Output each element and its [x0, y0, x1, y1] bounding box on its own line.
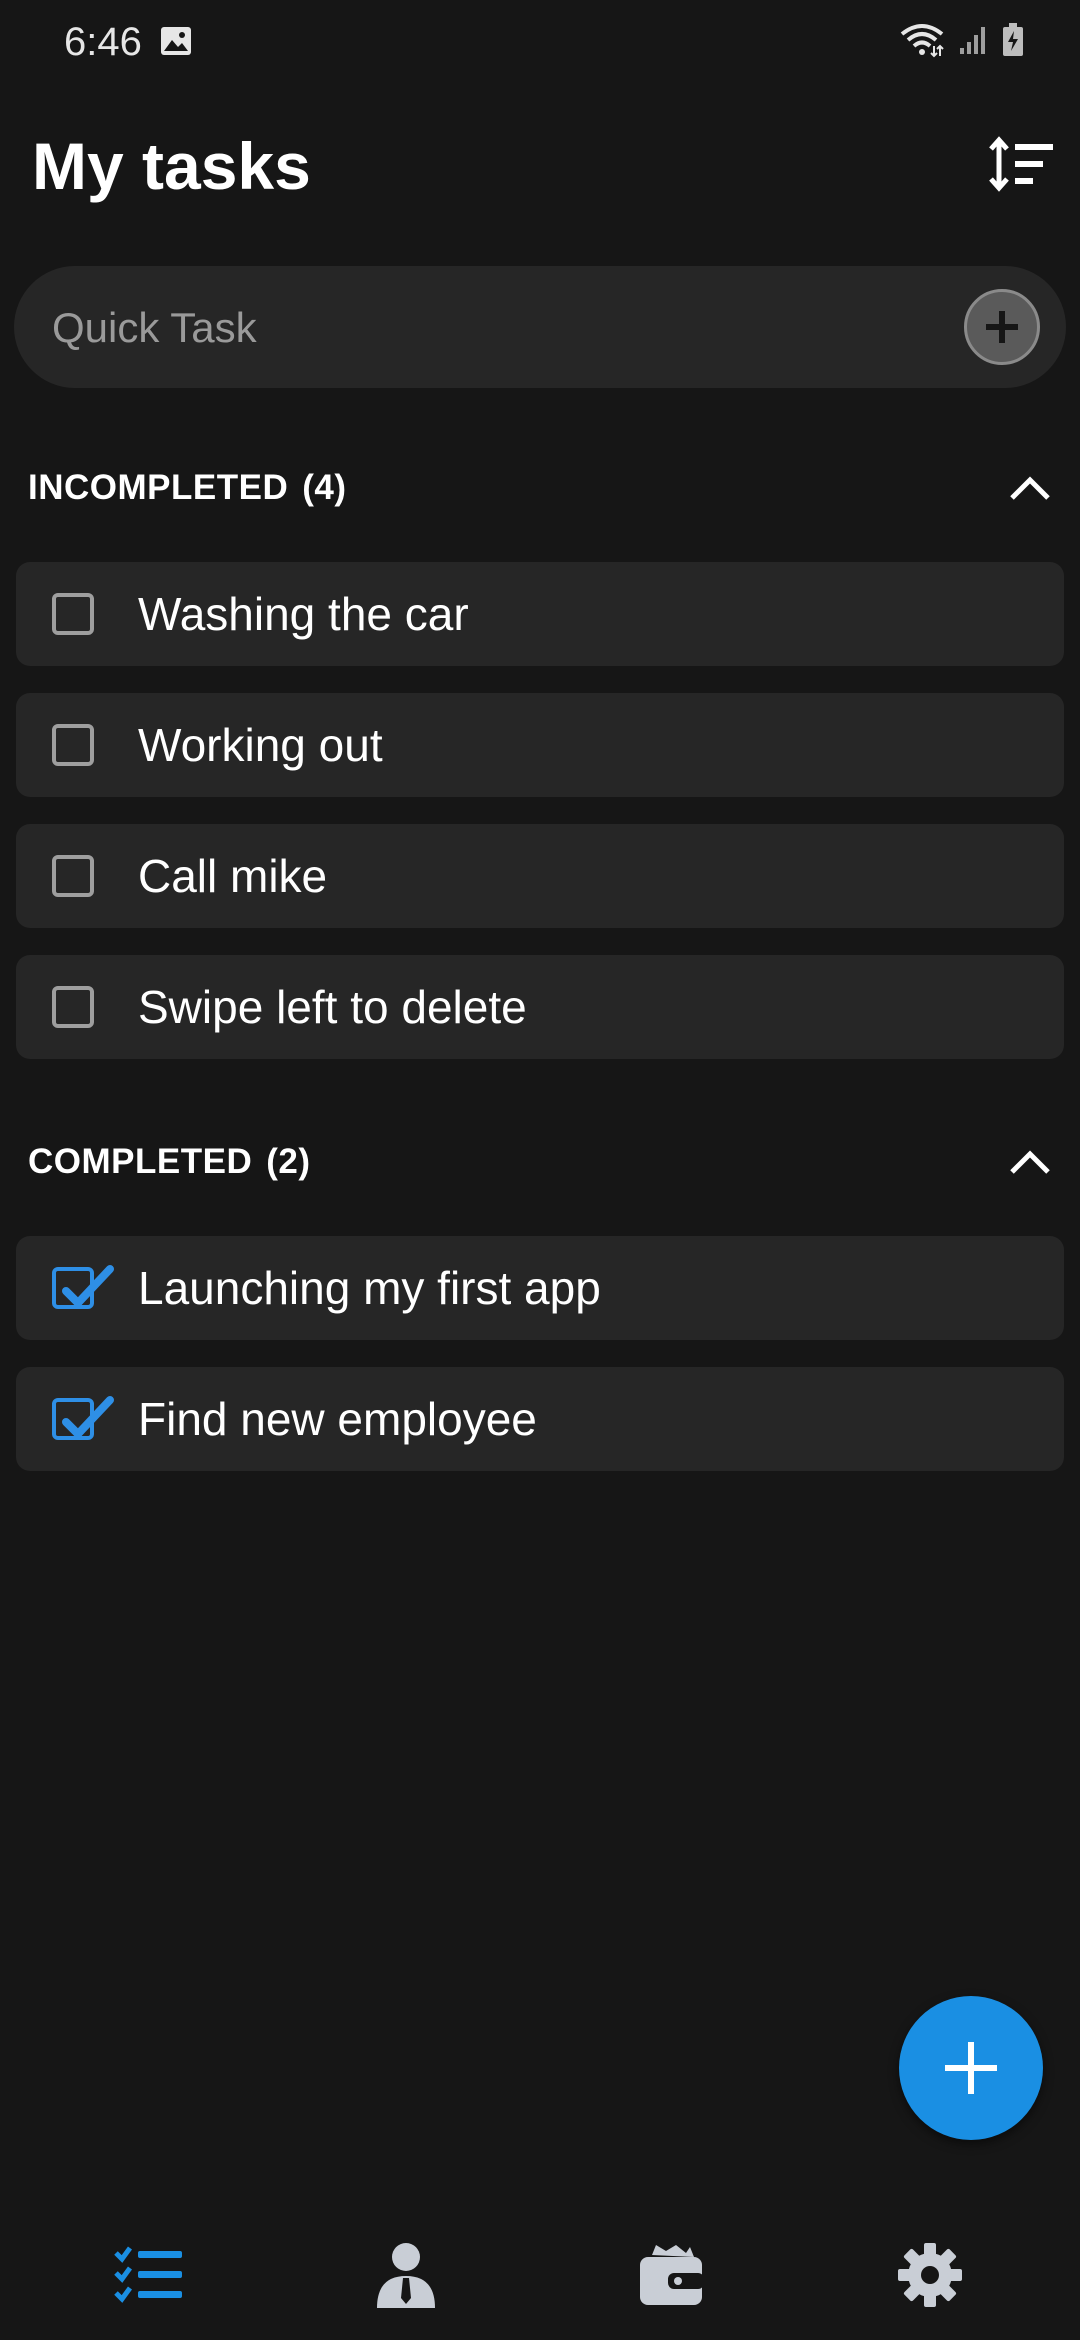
section-title: COMPLETED (2) — [28, 1142, 311, 1182]
collapse-button[interactable] — [1000, 460, 1060, 516]
quick-task-bar — [14, 266, 1066, 390]
chevron-up-icon — [1010, 476, 1050, 500]
section-count: (4) — [302, 468, 347, 507]
task-checkbox[interactable] — [52, 724, 94, 766]
nav-settings[interactable] — [885, 2230, 975, 2320]
sort-icon — [989, 136, 1053, 192]
quick-add-button[interactable] — [964, 289, 1040, 365]
nav-wallet[interactable] — [626, 2230, 716, 2320]
task-item[interactable]: Washing the car — [16, 562, 1064, 666]
status-time: 6:46 — [64, 20, 142, 64]
wifi-icon — [900, 24, 944, 58]
gallery-notification-icon — [161, 27, 191, 55]
signal-icon — [960, 27, 985, 54]
task-label: Working out — [138, 719, 383, 771]
section-count: (2) — [266, 1142, 311, 1181]
task-label: Swipe left to delete — [138, 981, 527, 1033]
task-item[interactable]: Working out — [16, 693, 1064, 797]
task-item[interactable]: Launching my first app — [16, 1236, 1064, 1340]
plus-icon — [945, 2042, 997, 2094]
status-icons — [900, 22, 1024, 58]
task-checkbox-checked[interactable] — [52, 1265, 114, 1309]
task-checkbox[interactable] — [52, 855, 94, 897]
status-bar: 6:46 — [0, 0, 1080, 84]
task-checkbox[interactable] — [52, 593, 94, 635]
task-item[interactable]: Swipe left to delete — [16, 955, 1064, 1059]
plus-icon — [986, 311, 1018, 343]
checkmark-icon — [62, 1396, 114, 1438]
section-title-text: COMPLETED — [28, 1142, 253, 1181]
task-list-icon — [114, 2246, 182, 2303]
task-checkbox-checked[interactable] — [52, 1396, 114, 1440]
quick-task-input[interactable] — [50, 266, 954, 390]
gear-icon — [898, 2243, 962, 2307]
section-title-text: INCOMPLETED — [28, 468, 289, 507]
person-icon — [377, 2243, 435, 2308]
task-label: Launching my first app — [138, 1262, 601, 1314]
nav-tasks[interactable] — [104, 2230, 194, 2320]
task-label: Washing the car — [138, 588, 469, 640]
add-task-fab[interactable] — [899, 1996, 1043, 2140]
checkmark-icon — [62, 1265, 114, 1307]
task-item[interactable]: Find new employee — [16, 1367, 1064, 1471]
wallet-icon — [640, 2245, 704, 2305]
nav-profile[interactable] — [361, 2230, 451, 2320]
task-label: Find new employee — [138, 1393, 537, 1445]
sort-button[interactable] — [984, 126, 1060, 202]
app-header: My tasks — [0, 110, 1080, 220]
bottom-nav — [0, 2190, 1080, 2340]
page-title: My tasks — [32, 129, 311, 203]
chevron-up-icon — [1010, 1150, 1050, 1174]
task-item[interactable]: Call mike — [16, 824, 1064, 928]
completed-section-header[interactable]: COMPLETED (2) — [0, 1126, 1080, 1196]
incompleted-section-header[interactable]: INCOMPLETED (4) — [0, 452, 1080, 522]
task-checkbox[interactable] — [52, 986, 94, 1028]
section-title: INCOMPLETED (4) — [28, 468, 347, 508]
collapse-button[interactable] — [1000, 1134, 1060, 1190]
task-label: Call mike — [138, 850, 328, 902]
battery-charging-icon — [1003, 23, 1023, 56]
